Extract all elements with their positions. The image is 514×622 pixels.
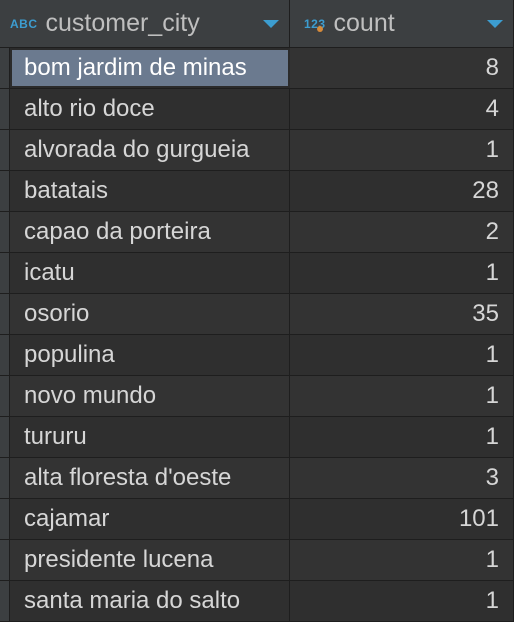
table-row[interactable]: cajamar101	[0, 499, 514, 540]
cell-count[interactable]: 28	[290, 171, 514, 211]
row-gutter[interactable]	[0, 581, 10, 621]
table-row[interactable]: populina1	[0, 335, 514, 376]
cell-count[interactable]: 35	[290, 294, 514, 334]
cell-count[interactable]: 1	[290, 253, 514, 293]
table-row[interactable]: capao da porteira2	[0, 212, 514, 253]
row-gutter[interactable]	[0, 130, 10, 170]
table-row[interactable]: alvorada do gurgueia1	[0, 130, 514, 171]
type-badge-text-icon: ABC	[10, 17, 38, 31]
cell-count[interactable]: 2	[290, 212, 514, 252]
table-row[interactable]: santa maria do salto1	[0, 581, 514, 622]
row-gutter[interactable]	[0, 335, 10, 375]
row-gutter[interactable]	[0, 458, 10, 498]
cell-city[interactable]: alto rio doce	[10, 89, 290, 129]
cell-count[interactable]: 1	[290, 417, 514, 457]
cell-count[interactable]: 4	[290, 89, 514, 129]
cell-city[interactable]: cajamar	[10, 499, 290, 539]
results-table: ABC customer_city 123 count bom jardim d…	[0, 0, 514, 622]
cell-city[interactable]: alvorada do gurgueia	[10, 130, 290, 170]
row-gutter[interactable]	[0, 212, 10, 252]
cell-count[interactable]: 1	[290, 335, 514, 375]
cell-city[interactable]: capao da porteira	[10, 212, 290, 252]
cell-city[interactable]: icatu	[10, 253, 290, 293]
table-row[interactable]: batatais28	[0, 171, 514, 212]
cell-count[interactable]: 1	[290, 130, 514, 170]
table-row[interactable]: alta floresta d'oeste3	[0, 458, 514, 499]
table-row[interactable]: alto rio doce4	[0, 89, 514, 130]
cell-city[interactable]: alta floresta d'oeste	[10, 458, 290, 498]
table-row[interactable]: icatu1	[0, 253, 514, 294]
column-header-city[interactable]: ABC customer_city	[0, 0, 290, 47]
cell-city[interactable]: novo mundo	[10, 376, 290, 416]
row-gutter[interactable]	[0, 48, 10, 88]
cell-count[interactable]: 1	[290, 581, 514, 621]
row-gutter[interactable]	[0, 376, 10, 416]
row-gutter[interactable]	[0, 171, 10, 211]
column-header-count[interactable]: 123 count	[290, 0, 514, 47]
table-row[interactable]: bom jardim de minas8	[0, 48, 514, 89]
cell-count[interactable]: 1	[290, 540, 514, 580]
row-gutter[interactable]	[0, 417, 10, 457]
cell-city[interactable]: osorio	[10, 294, 290, 334]
cell-city[interactable]: presidente lucena	[10, 540, 290, 580]
table-row[interactable]: tururu1	[0, 417, 514, 458]
cell-count[interactable]: 101	[290, 499, 514, 539]
sort-desc-icon[interactable]	[263, 20, 279, 28]
column-label: count	[334, 9, 481, 38]
table-header-row: ABC customer_city 123 count	[0, 0, 514, 48]
row-gutter[interactable]	[0, 294, 10, 334]
row-gutter[interactable]	[0, 253, 10, 293]
cell-city[interactable]: batatais	[10, 171, 290, 211]
row-gutter[interactable]	[0, 89, 10, 129]
table-body: bom jardim de minas8alto rio doce4alvora…	[0, 48, 514, 622]
table-row[interactable]: presidente lucena1	[0, 540, 514, 581]
cell-city[interactable]: bom jardim de minas	[10, 48, 290, 88]
type-badge-number-icon: 123	[304, 17, 326, 31]
table-row[interactable]: novo mundo1	[0, 376, 514, 417]
cell-city[interactable]: santa maria do salto	[10, 581, 290, 621]
column-label: customer_city	[46, 9, 258, 38]
table-row[interactable]: osorio35	[0, 294, 514, 335]
cell-city[interactable]: tururu	[10, 417, 290, 457]
cell-count[interactable]: 8	[290, 48, 514, 88]
row-gutter[interactable]	[0, 499, 10, 539]
cell-city[interactable]: populina	[10, 335, 290, 375]
row-gutter[interactable]	[0, 540, 10, 580]
cell-count[interactable]: 3	[290, 458, 514, 498]
sort-desc-icon[interactable]	[487, 20, 503, 28]
cell-count[interactable]: 1	[290, 376, 514, 416]
